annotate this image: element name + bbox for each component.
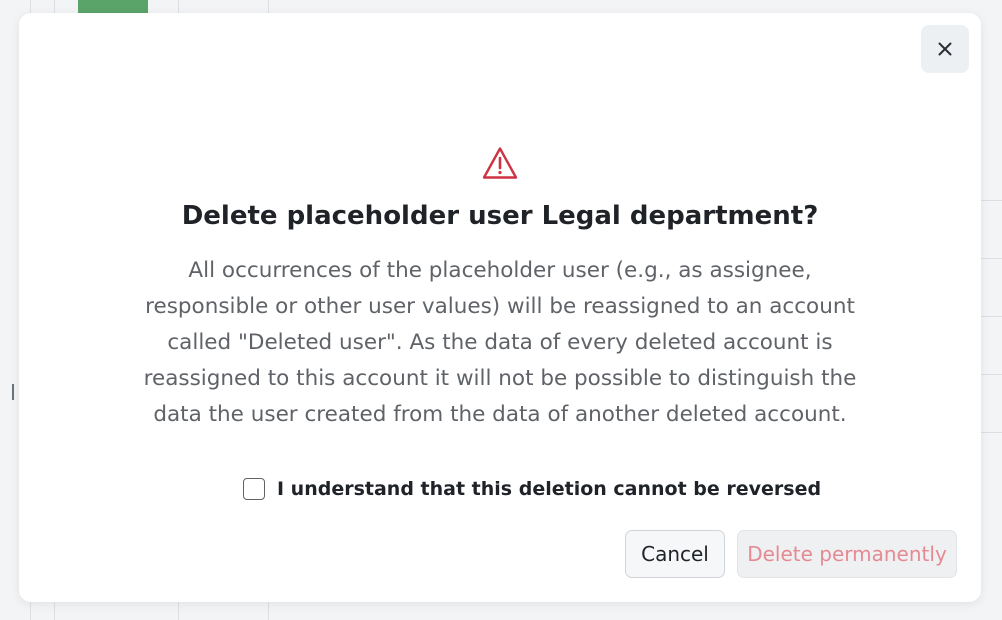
dialog-title: Delete placeholder user Legal department… [181,201,819,231]
delete-user-dialog: Delete placeholder user Legal department… [19,13,981,602]
confirm-deletion-label: I understand that this deletion cannot b… [277,478,822,500]
cancel-button[interactable]: Cancel [625,530,725,578]
background-row-divider [980,200,1002,201]
background-row-divider [980,432,1002,433]
confirm-deletion-checkbox[interactable] [243,478,265,500]
dialog-description: All occurrences of the placeholder user … [143,258,857,427]
delete-permanently-button[interactable]: Delete permanently [737,530,957,578]
background-row-divider [980,258,1002,259]
confirm-deletion-row[interactable]: I understand that this deletion cannot b… [243,478,821,500]
background-tab [78,0,148,14]
text-cursor [12,384,14,400]
background-row-divider [980,374,1002,375]
background-row-divider [980,316,1002,317]
close-button[interactable] [921,25,969,73]
warning-triangle-icon [482,147,518,179]
close-icon [938,42,952,56]
